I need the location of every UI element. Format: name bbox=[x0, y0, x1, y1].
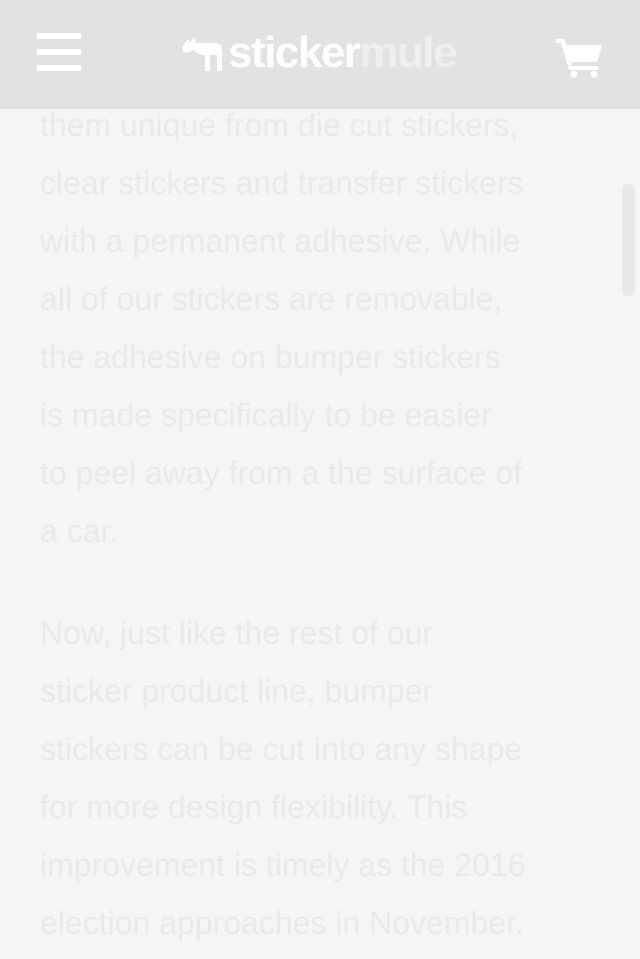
logo-sticker-text: sticker bbox=[228, 28, 361, 77]
screen: them unique from die cut stickers, clear… bbox=[0, 0, 640, 959]
menu-bar-middle bbox=[37, 49, 81, 55]
logo-mule-text: mule bbox=[359, 28, 457, 77]
menu-bar-top bbox=[37, 33, 81, 39]
paragraph-line: stickers can be cut into any shape bbox=[40, 731, 523, 767]
paragraph-line: for more design flexibility. This bbox=[40, 789, 468, 825]
paragraph-line: sticker product line, bumper bbox=[40, 673, 434, 709]
top-navigation-bar: stickermule bbox=[0, 0, 640, 109]
menu-bar-bottom bbox=[37, 65, 81, 71]
paragraph-line: Now, just like the rest of our bbox=[40, 615, 434, 651]
paragraph-line: a car. bbox=[40, 513, 119, 549]
paragraph-line: with a permanent adhesive. While bbox=[40, 223, 521, 259]
paragraph-line: improvement is timely as the 2016 bbox=[40, 847, 526, 883]
article-paragraph-1: them unique from die cut stickers, clear… bbox=[40, 96, 524, 560]
paragraph-line: is made specifically to be easier bbox=[40, 397, 492, 433]
shopping-cart-icon[interactable] bbox=[556, 36, 604, 78]
scrollbar-thumb[interactable] bbox=[622, 184, 635, 296]
paragraph-line: election approaches in November. bbox=[40, 905, 524, 941]
stickermule-logo[interactable]: stickermule bbox=[180, 28, 458, 78]
article-paragraph-2: Now, just like the rest of our sticker p… bbox=[40, 604, 526, 952]
paragraph-line: to peel away from a the surface of bbox=[40, 455, 523, 491]
mule-logo-icon bbox=[182, 37, 222, 71]
paragraph-line: the adhesive on bumper stickers bbox=[40, 339, 501, 375]
logo-wordmark: stickermule bbox=[228, 28, 458, 78]
paragraph-line: clear stickers and transfer stickers bbox=[40, 165, 524, 201]
hamburger-menu-icon[interactable] bbox=[37, 33, 81, 73]
paragraph-line: all of our stickers are removable, bbox=[40, 281, 503, 317]
